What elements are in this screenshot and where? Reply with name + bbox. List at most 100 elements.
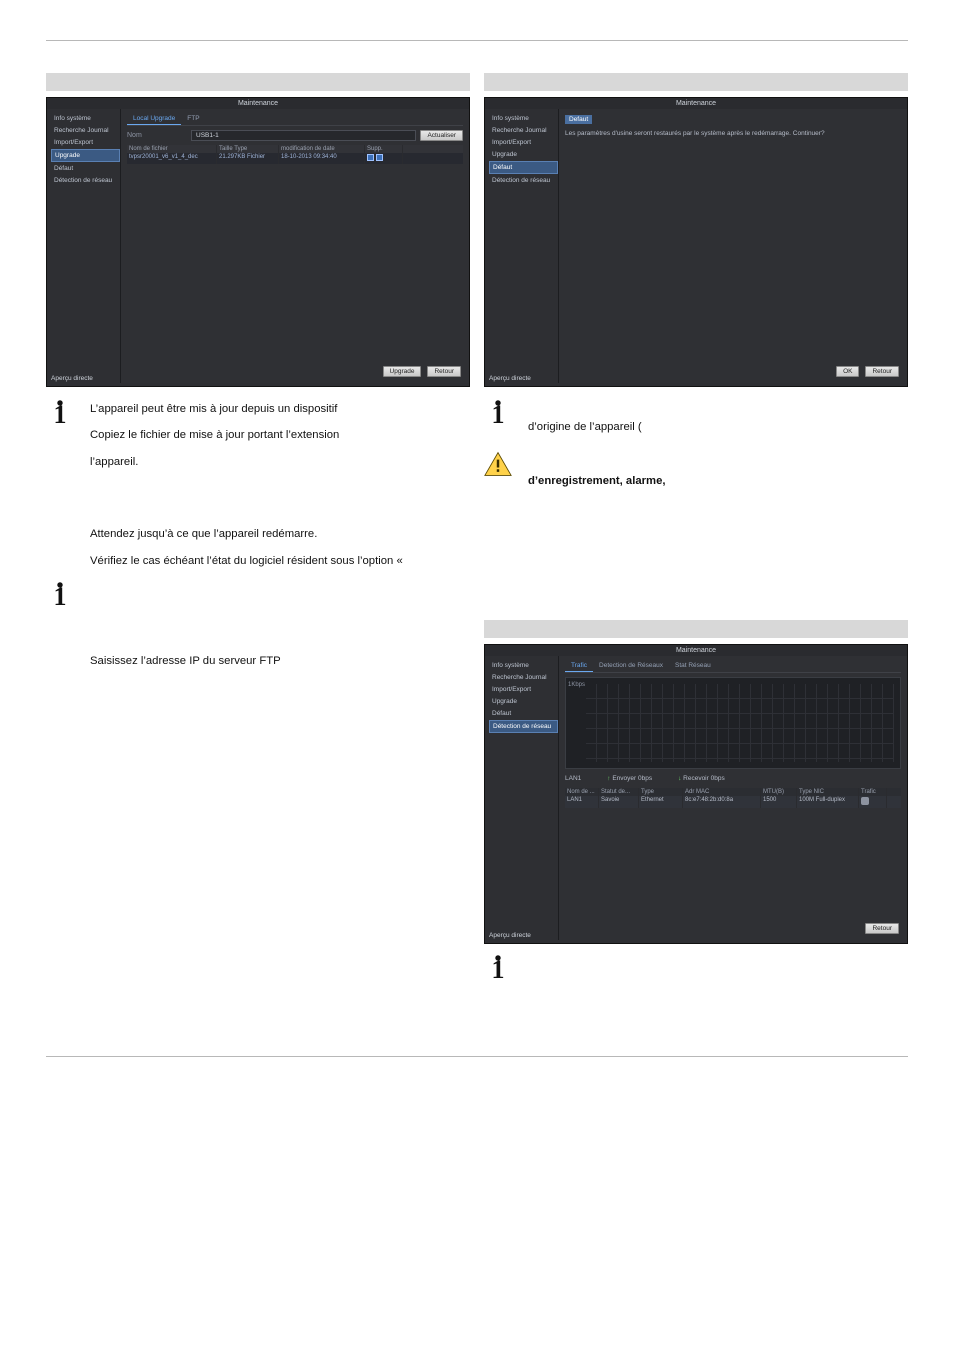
cell-state: Savoie bbox=[599, 796, 639, 808]
sidebar-item[interactable]: Recherche Journal bbox=[489, 672, 558, 683]
sidebar-item-default[interactable]: Défaut bbox=[489, 161, 558, 174]
cell-trafic bbox=[859, 796, 887, 808]
app-title: Maintenance bbox=[47, 98, 469, 109]
send-value: Envoyer 0bps bbox=[612, 775, 652, 782]
sidebar-item[interactable]: Upgrade bbox=[489, 149, 558, 160]
sidebar-item[interactable]: Import/Export bbox=[489, 137, 558, 148]
paragraph: d’origine de l’appareil ( bbox=[528, 419, 642, 435]
text-block: d’enregistrement, alarme, bbox=[528, 451, 666, 499]
col-state: Statut de... bbox=[599, 788, 639, 796]
cell-modified: 18-10-2013 09:34:40 bbox=[279, 153, 365, 164]
screenshot-default: Maintenance Info système Recherche Journ… bbox=[484, 97, 908, 387]
nic-table: Nom de ... Statut de... Type Adr MAC MTU… bbox=[565, 788, 901, 808]
sidebar-item[interactable]: Info système bbox=[489, 660, 558, 671]
cell-filetype: 21.297KB Fichier bbox=[217, 153, 279, 164]
tab-detect[interactable]: Detection de Réseaux bbox=[593, 660, 669, 672]
info-icon: •1 bbox=[492, 401, 505, 445]
text-block: Saisissez l’adresse IP du serveur FTP bbox=[90, 583, 281, 693]
tab-default[interactable]: Defaut bbox=[565, 115, 592, 124]
sidebar-item[interactable]: Recherche Journal bbox=[489, 125, 558, 136]
paragraph: L’appareil peut être mis à jour depuis u… bbox=[90, 401, 339, 417]
device-combo-value: USB1-1 bbox=[196, 132, 219, 139]
lan-label: LAN1 bbox=[565, 775, 581, 782]
col-mtu: MTU(B) bbox=[761, 788, 797, 796]
paragraph: Attendez jusqu’à ce que l’appareil redém… bbox=[90, 526, 403, 542]
play-icon[interactable] bbox=[376, 154, 383, 161]
traffic-chart: 1Kbps bbox=[565, 677, 901, 769]
col-filename: Nom de fichier bbox=[127, 145, 217, 153]
chart-ylabel: 1Kbps bbox=[568, 682, 585, 688]
paragraph: l’appareil. bbox=[90, 454, 339, 470]
paragraph: Copiez le fichier de mise à jour portant… bbox=[90, 427, 339, 443]
tab-stat[interactable]: Stat Réseau bbox=[669, 660, 717, 672]
return-button[interactable]: Retour bbox=[865, 366, 899, 377]
tab-local-upgrade[interactable]: Local Upgrade bbox=[127, 113, 181, 125]
info-icon: •1 bbox=[54, 583, 67, 693]
tab-ftp[interactable]: FTP bbox=[181, 113, 205, 125]
sidebar-item[interactable]: Défaut bbox=[51, 163, 120, 174]
sidebar-item[interactable]: Info système bbox=[51, 113, 120, 124]
apercu-link[interactable]: Aperçu directe bbox=[51, 375, 93, 382]
table-row[interactable]: tvpsr20001_v6_v1_4_dec 21.297KB Fichier … bbox=[127, 153, 463, 164]
sidebar: Info système Recherche Journal Import/Ex… bbox=[47, 109, 121, 383]
bottom-rule bbox=[46, 1056, 908, 1057]
cell-mtu: 1500 bbox=[761, 796, 797, 808]
text-block: L’appareil peut être mis à jour depuis u… bbox=[90, 401, 339, 480]
cell-type: Ethernet bbox=[639, 796, 683, 808]
section-bar-right-2 bbox=[484, 620, 908, 638]
text-block: Attendez jusqu’à ce que l’appareil redém… bbox=[90, 526, 403, 579]
app-title: Maintenance bbox=[485, 645, 907, 656]
col-mac: Adr MAC bbox=[683, 788, 761, 796]
sidebar-item[interactable]: Détection de réseau bbox=[489, 175, 558, 186]
top-rule bbox=[46, 40, 908, 41]
apercu-link[interactable]: Aperçu directe bbox=[489, 375, 531, 382]
sidebar-item[interactable]: Upgrade bbox=[489, 696, 558, 707]
cell-name: LAN1 bbox=[565, 796, 599, 808]
screenshot-netdetect: Maintenance Info système Recherche Journ… bbox=[484, 644, 908, 944]
ok-button[interactable]: OK bbox=[836, 366, 859, 377]
refresh-button[interactable]: Actualiser bbox=[420, 130, 463, 141]
upgrade-button[interactable]: Upgrade bbox=[383, 366, 422, 377]
cell-actions bbox=[365, 153, 403, 164]
tab-traffic[interactable]: Trafic bbox=[565, 660, 593, 672]
delete-icon[interactable] bbox=[367, 154, 374, 161]
col-name: Nom de ... bbox=[565, 788, 599, 796]
table-row[interactable]: LAN1 Savoie Ethernet 8c:e7:48:2b:d0:8a 1… bbox=[565, 796, 901, 808]
text-block: d’origine de l’appareil ( bbox=[528, 401, 642, 445]
col-nic: Type NIC bbox=[797, 788, 859, 796]
paragraph-bold: d’enregistrement, alarme, bbox=[528, 473, 666, 489]
return-button[interactable]: Retour bbox=[427, 366, 461, 377]
col-del: Supp. bbox=[365, 145, 403, 153]
sidebar-item[interactable]: Import/Export bbox=[489, 684, 558, 695]
info-icon: •1 bbox=[54, 401, 67, 480]
sidebar-item-netdetect[interactable]: Détection de réseau bbox=[489, 720, 558, 733]
cell-nic: 100M Full-duplex bbox=[797, 796, 859, 808]
sidebar-item-upgrade[interactable]: Upgrade bbox=[51, 149, 120, 162]
sidebar-item[interactable]: Info système bbox=[489, 113, 558, 124]
arrow-up-icon: ↑ bbox=[607, 775, 610, 782]
arrow-down-icon: ↓ bbox=[678, 775, 681, 782]
sidebar-item[interactable]: Détection de réseau bbox=[51, 175, 120, 186]
warning-icon bbox=[484, 451, 512, 477]
cell-filename: tvpsr20001_v6_v1_4_dec bbox=[127, 153, 217, 164]
sidebar-item[interactable]: Import/Export bbox=[51, 137, 120, 148]
paragraph: Saisissez l’adresse IP du serveur FTP bbox=[90, 653, 281, 669]
col-filetype: Taille Type bbox=[217, 145, 279, 153]
sidebar: Info système Recherche Journal Import/Ex… bbox=[485, 109, 559, 383]
sidebar-item[interactable]: Défaut bbox=[489, 708, 558, 719]
section-bar-right-1 bbox=[484, 73, 908, 91]
apercu-link[interactable]: Aperçu directe bbox=[489, 932, 531, 939]
gear-icon[interactable] bbox=[861, 797, 869, 805]
screenshot-upgrade: Maintenance Info système Recherche Journ… bbox=[46, 97, 470, 387]
device-combo[interactable]: USB1-1 bbox=[191, 130, 416, 141]
restore-message: Les paramètres d'usine seront restaurés … bbox=[565, 130, 901, 137]
col-trafic: Trafic bbox=[859, 788, 887, 796]
return-button[interactable]: Retour bbox=[865, 923, 899, 934]
section-bar-left-1 bbox=[46, 73, 470, 91]
info-icon: •1 bbox=[492, 956, 505, 1016]
recv-value: Recevoir 0bps bbox=[683, 775, 725, 782]
sidebar: Info système Recherche Journal Import/Ex… bbox=[485, 656, 559, 940]
paragraph: Vérifiez le cas échéant l’état du logici… bbox=[90, 553, 403, 569]
sidebar-item[interactable]: Recherche Journal bbox=[51, 125, 120, 136]
col-type: Type bbox=[639, 788, 683, 796]
